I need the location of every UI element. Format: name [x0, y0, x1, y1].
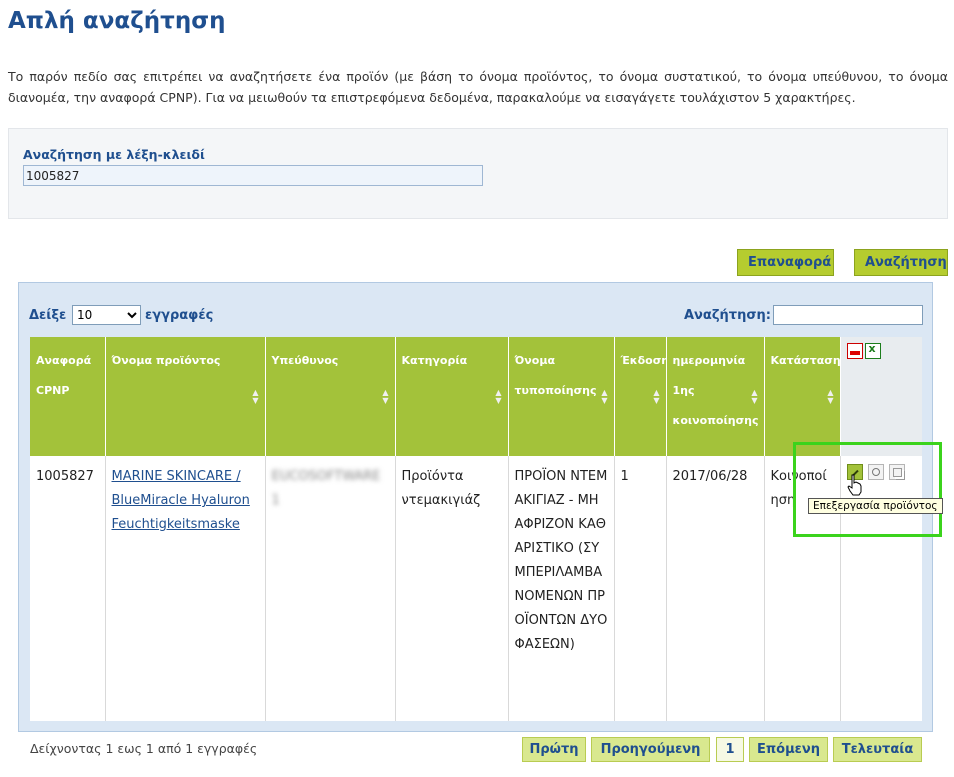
sort-icon: ▲ ▼ — [601, 388, 608, 405]
sort-icon: ▲ ▼ — [653, 388, 660, 405]
table-info: Δείχνοντας 1 εως 1 από 1 εγγραφές — [30, 741, 258, 756]
column-header-label: Κατάσταση — [770, 354, 841, 367]
column-header-label: Όνομα προϊόντος — [111, 354, 221, 367]
table-row: 1005827 MARINE SKINCARE / BlueMiracle Hy… — [30, 456, 922, 721]
page-title: Απλή αναζήτηση — [8, 8, 226, 34]
sort-icon: ▲ ▼ — [252, 388, 259, 405]
pagination-last-button[interactable]: Τελευταία — [833, 737, 922, 762]
column-header-label: Έκδοση — [620, 354, 670, 367]
column-header-status[interactable]: Κατάσταση ▲ ▼ — [764, 337, 841, 456]
pagination-next-button[interactable]: Επόμενη — [749, 737, 828, 762]
export-icons-header — [840, 337, 922, 456]
show-suffix-label: εγγραφές — [145, 308, 214, 323]
responsible-name-blurred: EUCOSOFTWARE 1 — [271, 469, 381, 508]
page-size-select[interactable]: 10 — [72, 305, 141, 325]
column-header-label: Όνομα τυποποίησης — [514, 354, 597, 397]
pagination-previous-button[interactable]: Προηγούμενη — [591, 737, 710, 762]
pdf-icon[interactable] — [846, 343, 863, 359]
product-name-link[interactable]: MARINE SKINCARE / BlueMiracle Hyaluron F… — [112, 469, 250, 532]
sort-icon: ▲ ▼ — [382, 388, 389, 405]
column-header-first-notification-date[interactable]: ημερομηνία 1ης κοινοποίησης ▲ ▼ — [666, 337, 765, 456]
column-header-label: Αναφορά CPNP — [36, 354, 92, 397]
column-header-label: Κατηγορία — [401, 354, 468, 367]
table-header-row: Αναφορά CPNP Όνομα προϊόντος ▲ ▼ Υπεύθυνος… — [30, 337, 922, 456]
pagination-page-1-button[interactable]: 1 — [716, 737, 744, 762]
excel-icon[interactable] — [864, 341, 881, 359]
search-button[interactable]: Αναζήτηση — [854, 249, 948, 276]
keyword-search-input[interactable] — [23, 165, 483, 186]
keyword-search-label: Αναζήτηση με λέξη-κλειδί — [23, 147, 205, 162]
pagination-first-button[interactable]: Πρώτη — [522, 737, 586, 762]
column-header-frame-name[interactable]: Όνομα τυποποίησης ▲ ▼ — [508, 337, 615, 456]
table-filter-input[interactable] — [773, 305, 923, 325]
hand-cursor-icon — [847, 474, 862, 496]
column-header-category[interactable]: Κατηγορία ▲ ▼ — [395, 337, 509, 456]
intro-text: Το παρόν πεδίο σας επιτρέπει να αναζητήσ… — [8, 69, 948, 105]
cell-responsible: EUCOSOFTWARE 1 — [265, 456, 396, 721]
results-table: Αναφορά CPNP Όνομα προϊόντος ▲ ▼ Υπεύθυνος… — [30, 337, 922, 721]
reset-button[interactable]: Επαναφορά — [737, 249, 834, 276]
show-prefix-label: Δείξε — [29, 308, 67, 323]
column-header-label: ημερομηνία 1ης κοινοποίησης — [672, 354, 759, 427]
cell-category: Προϊόντα ντεμακιγιάζ — [395, 456, 509, 721]
cell-cpnp: 1005827 — [30, 456, 106, 721]
cell-product-name: MARINE SKINCARE / BlueMiracle Hyaluron F… — [105, 456, 266, 721]
column-header-responsible[interactable]: Υπεύθυνος ▲ ▼ — [265, 337, 396, 456]
column-header-version[interactable]: Έκδοση ▲ ▼ — [614, 337, 669, 456]
column-header-cpnp[interactable]: Αναφορά CPNP — [30, 337, 106, 456]
table-filter-label: Αναζήτηση: — [684, 308, 771, 323]
cell-frame-name: ΠΡΟΪΟΝ ΝΤΕΜΑΚΙΓΙΑΖ - ΜΗ ΑΦΡΙΖΟΝ ΚΑΘΑΡΙΣΤ… — [508, 456, 615, 721]
cell-first-notification-date: 2017/06/28 — [666, 456, 765, 721]
sort-icon: ▲ ▼ — [751, 388, 758, 405]
column-header-product-name[interactable]: Όνομα προϊόντος ▲ ▼ — [105, 337, 266, 456]
edit-product-tooltip: Επεξεργασία προϊόντος — [808, 498, 943, 514]
cell-version: 1 — [614, 456, 667, 721]
search-panel: Αναζήτηση με λέξη-κλειδί — [8, 128, 948, 219]
sort-icon: ▲ ▼ — [495, 388, 502, 405]
highlight-box — [793, 442, 942, 537]
column-header-label: Υπεύθυνος — [271, 354, 339, 367]
sort-icon: ▲ ▼ — [827, 388, 834, 405]
